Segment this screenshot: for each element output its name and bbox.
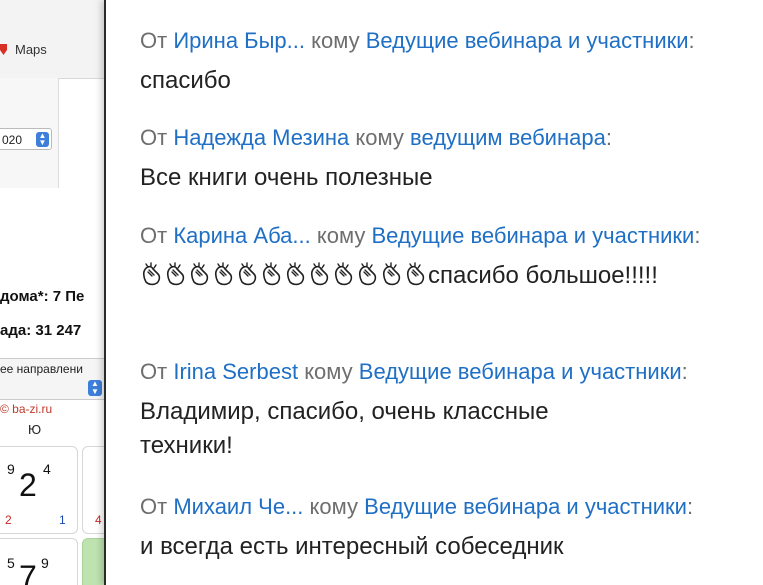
- cell-bottom-right-number: 1: [59, 513, 66, 527]
- year-value: 020: [2, 133, 23, 147]
- sender-name[interactable]: Михаил Че...: [173, 494, 303, 519]
- from-label: От: [140, 125, 168, 150]
- message-text: Владимир, спасибо, очень классные техник…: [140, 395, 755, 463]
- cell-main-number: 2: [19, 467, 37, 503]
- clapping-hands-icon: [334, 262, 353, 286]
- message-header: От Ирина Быр... кому Ведущие вебинара и …: [140, 28, 695, 53]
- background-app: Maps 020 ▲ ▼ дома*: 7 Пе ада: 31 247 ее н…: [0, 0, 104, 585]
- sender-name[interactable]: Карина Аба...: [173, 223, 310, 248]
- clap-emoji-row: [140, 262, 428, 289]
- to-label: кому: [304, 359, 353, 384]
- house-info-line: дома*: 7 Пе: [0, 288, 85, 305]
- chat-message: От Надежда Мезина кому ведущим вебинара:…: [140, 125, 755, 195]
- message-header: От Надежда Мезина кому ведущим вебинара:: [140, 125, 612, 150]
- chat-message: От Михаил Че... кому Ведущие вебинара и …: [140, 494, 755, 564]
- year-select[interactable]: 020 ▲ ▼: [0, 128, 52, 150]
- clapping-hands-icon: [166, 262, 185, 286]
- sender-name[interactable]: Irina Serbest: [173, 359, 298, 384]
- clapping-hands-icon: [214, 262, 233, 286]
- clapping-hands-icon: [238, 262, 257, 286]
- sender-name[interactable]: Ирина Быр...: [173, 28, 305, 53]
- maps-bookmark[interactable]: Maps: [0, 42, 47, 57]
- period-info-line: ада: 31 247: [0, 322, 82, 339]
- clapping-hands-icon: [382, 262, 401, 286]
- recipient-name[interactable]: Ведущие вебинара и участники: [366, 28, 689, 53]
- direction-select-value: ее направлени: [0, 362, 83, 376]
- from-label: От: [140, 359, 168, 384]
- message-text: Все книги очень полезные: [140, 164, 433, 191]
- cell-top-right-number: 9: [41, 555, 49, 571]
- clapping-hands-icon: [358, 262, 377, 286]
- clapping-hands-icon: [310, 262, 329, 286]
- cell-top-left-number: 5: [7, 555, 15, 571]
- chat-panel: От Ирина Быр... кому Ведущие вебинара и …: [104, 0, 763, 585]
- recipient-name[interactable]: Ведущие вебинара и участники: [371, 223, 694, 248]
- cell-main-number: 7: [19, 559, 37, 585]
- to-label: кому: [309, 494, 359, 519]
- recipient-name[interactable]: Ведущие вебинара и участники: [364, 494, 687, 519]
- clapping-hands-icon: [142, 262, 161, 286]
- clapping-hands-icon: [406, 262, 425, 286]
- chat-message: От Irina Serbest кому Ведущие вебинара и…: [140, 359, 755, 463]
- clapping-hands-icon: [190, 262, 209, 286]
- cell-bottom-left-number: 2: [5, 513, 12, 527]
- grid-cell[interactable]: 5 7 9: [0, 538, 78, 585]
- message-header: От Карина Аба... кому Ведущие вебинара и…: [140, 223, 701, 248]
- from-label: От: [140, 494, 168, 519]
- select-stepper-icon: ▲ ▼: [36, 132, 49, 147]
- to-label: кому: [316, 223, 366, 248]
- to-label: кому: [355, 125, 404, 150]
- cell-bottom-left-number: 4: [95, 513, 102, 527]
- to-label: кому: [311, 28, 360, 53]
- message-text-line: техники!: [140, 432, 233, 459]
- from-label: От: [140, 223, 168, 248]
- message-header: От Михаил Че... кому Ведущие вебинара и …: [140, 494, 694, 519]
- grid-cell[interactable]: 4: [82, 446, 104, 534]
- chat-message: От Ирина Быр... кому Ведущие вебинара и …: [140, 28, 755, 98]
- message-text: спасибо: [140, 67, 231, 94]
- map-pin-icon: [0, 44, 7, 55]
- message-text: и всегда есть интересный собеседник: [140, 533, 564, 560]
- select-stepper-icon: ▲ ▼: [88, 380, 102, 396]
- maps-label: Maps: [15, 42, 47, 57]
- chat-message: От Карина Аба... кому Ведущие вебинара и…: [140, 223, 755, 293]
- recipient-name[interactable]: ведущим вебинара: [410, 125, 606, 150]
- cell-top-right-number: 4: [43, 461, 51, 477]
- bookmarks-toolbar: Maps: [0, 0, 104, 79]
- grid-cell-highlighted[interactable]: [82, 538, 104, 585]
- direction-south-label: Ю: [28, 422, 42, 437]
- clapping-hands-icon: [262, 262, 281, 286]
- direction-select[interactable]: ее направлени ▲ ▼: [0, 358, 104, 400]
- cell-top-left-number: 9: [7, 461, 15, 477]
- sender-name[interactable]: Надежда Мезина: [173, 125, 349, 150]
- message-header: От Irina Serbest кому Ведущие вебинара и…: [140, 359, 688, 384]
- clapping-hands-icon: [286, 262, 305, 286]
- copyright-text: © ba-zi.ru: [0, 402, 53, 416]
- message-text: спасибо большое!!!!!: [140, 259, 755, 293]
- from-label: От: [140, 28, 168, 53]
- message-text-content: спасибо большое!!!!!: [428, 262, 658, 289]
- recipient-name[interactable]: Ведущие вебинара и участники: [359, 359, 682, 384]
- message-text-line: Владимир, спасибо, очень классные: [140, 398, 549, 425]
- grid-cell[interactable]: 9 2 4 2 1: [0, 446, 78, 534]
